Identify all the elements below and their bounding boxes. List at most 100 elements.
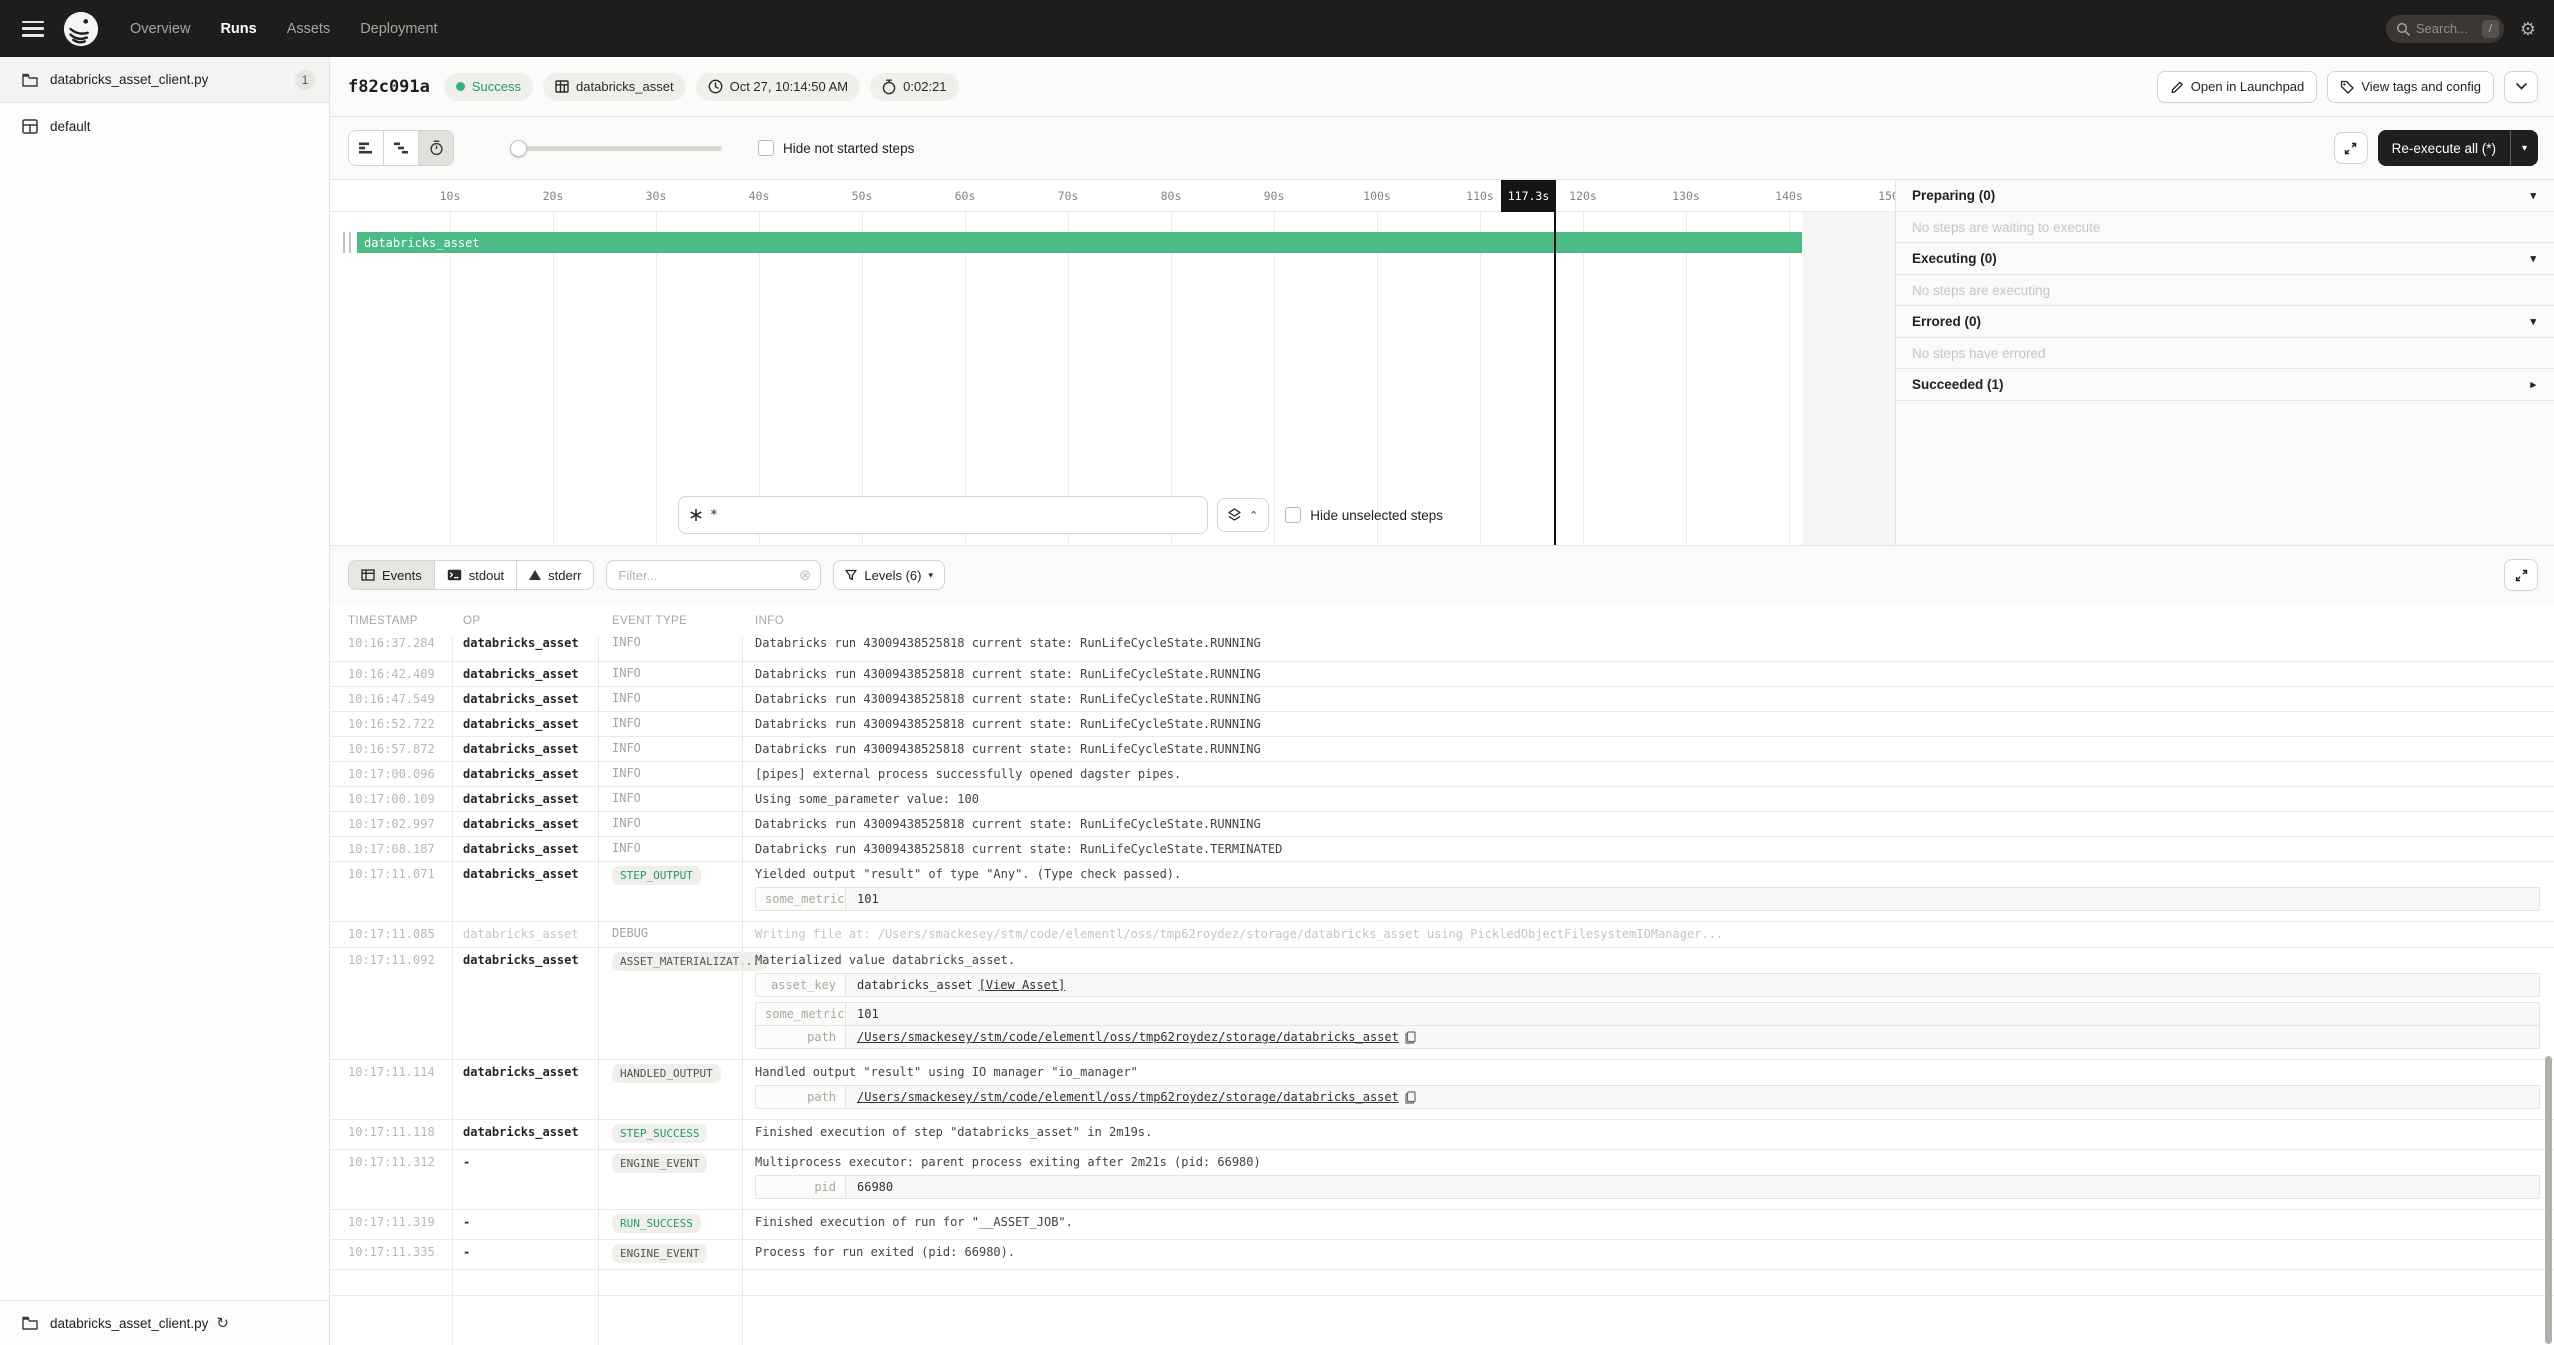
log-scrollbar-thumb[interactable] [2545,1056,2552,1344]
panel-section-executing[interactable]: Executing (0) ▾ [1896,243,2554,275]
log-row: 10:17:08.187 databricks_asset INFO Datab… [330,837,2554,862]
panel-section-succeeded[interactable]: Succeeded (1) ▸ [1896,369,2554,401]
dagster-logo[interactable] [62,10,100,48]
status-dot-icon [456,82,465,91]
reload-icon[interactable]: ↻ [216,1314,229,1332]
log-timestamp: 10:17:08.187 [330,837,452,861]
chevron-down-icon: ▾ [928,570,933,581]
axis-tick-label: 60s [955,189,976,203]
log-event-type: ENGINE_EVENT [598,1150,742,1209]
op-selector-icon [689,508,703,522]
panel-section-errored[interactable]: Errored (0) ▾ [1896,306,2554,338]
metadata-path-link[interactable]: /Users/smackesey/stm/code/elementl/oss/t… [857,1090,1399,1104]
log-row: 10:16:42.409 databricks_asset INFO Datab… [330,662,2554,687]
after-run-shading [1802,212,1895,545]
log-info: Using some_parameter value: 100 [742,787,2554,811]
run-actions-menu-button[interactable] [2504,71,2538,103]
log-row: 10:16:47.549 databricks_asset INFO Datab… [330,687,2554,712]
tab-stderr[interactable]: stderr [516,560,594,590]
axis-tick-label: 110s [1466,189,1494,203]
job-name-pill[interactable]: databricks_asset [543,73,686,101]
panel-section-preparing[interactable]: Preparing (0) ▾ [1896,180,2554,212]
view-tags-config-button[interactable]: View tags and config [2327,71,2494,103]
gantt-step-bar[interactable]: databricks_asset [357,232,1802,253]
levels-filter-button[interactable]: Levels (6) ▾ [833,560,945,590]
sidebar-item-default-job[interactable]: default [0,103,329,149]
metadata-table: asset_key databricks_asset[View Asset] [755,973,2540,997]
search-input[interactable]: Search... / [2386,15,2504,43]
sidebar-item-label: default [50,119,91,134]
gantt-fullscreen-button[interactable] [2334,132,2368,164]
log-section: Events stdout stderr Filter... ⊗ [330,545,2554,1345]
step-selector-input[interactable]: * [678,496,1208,534]
log-event-type: RUN_SUCCESS [598,1210,742,1239]
gear-icon[interactable]: ⚙ [2520,20,2536,38]
log-event-type: INFO [598,787,742,811]
gantt-mode-toggle [348,130,454,166]
log-row: 10:17:02.997 databricks_asset INFO Datab… [330,812,2554,837]
tab-events[interactable]: Events [348,560,435,590]
log-filter-input[interactable]: Filter... ⊗ [606,560,821,590]
copy-icon[interactable] [1405,1091,1416,1104]
open-in-launchpad-button[interactable]: Open in Launchpad [2157,71,2317,103]
zoom-slider[interactable] [512,146,722,151]
stopwatch-icon [882,79,896,95]
metadata-table: some_metric 101 path /Users/smackesey/st… [755,1002,2540,1049]
job-grid-icon [22,119,38,134]
log-row: 10:17:00.109 databricks_asset INFO Using… [330,787,2554,812]
log-op: databricks_asset [452,1120,598,1149]
nav-link-assets[interactable]: Assets [287,21,331,37]
axis-tick-label: 70s [1058,189,1079,203]
hamburger-menu-icon[interactable] [22,21,44,37]
column-header-event-type: EVENT TYPE [598,615,742,627]
log-event-type: INFO [598,762,742,786]
metadata-row: pid 66980 [756,1176,2539,1198]
timed-layout-button[interactable] [418,130,454,166]
clear-filter-icon[interactable]: ⊗ [799,566,812,584]
reexecute-all-button[interactable]: Re-execute all (*) ▾ [2378,130,2538,166]
hide-not-started-checkbox-row[interactable]: Hide not started steps [758,140,914,156]
sidebar-item-code-location[interactable]: databricks_asset_client.py 1 [0,57,329,103]
log-row: 10:17:11.114 databricks_asset HANDLED_OU… [330,1060,2554,1120]
zoom-slider-knob[interactable] [510,140,527,157]
hide-unselected-checkbox-row[interactable]: Hide unselected steps [1285,507,1443,523]
log-fullscreen-button[interactable] [2504,559,2538,591]
metadata-value: 66980 [846,1176,904,1198]
flat-layout-button[interactable] [348,130,384,166]
metadata-value: /Users/smackesey/stm/code/elementl/oss/t… [846,1026,1427,1048]
nav-link-deployment[interactable]: Deployment [360,21,437,37]
search-icon [2396,22,2410,36]
sidebar-item-count-badge: 1 [295,70,315,90]
log-timestamp: 10:17:11.118 [330,1120,452,1149]
axis-tick-label: 50s [852,189,873,203]
sidebar-footer: databricks_asset_client.py ↻ [0,1300,329,1345]
log-event-type: INFO [598,737,742,761]
tab-stdout[interactable]: stdout [434,560,517,590]
gantt-toolbar: Hide not started steps Re-execute all (*… [330,117,2554,180]
log-info: Databricks run 43009438525818 current st… [742,662,2554,686]
log-op: databricks_asset [452,662,598,686]
axis-tick-label: 130s [1672,189,1700,203]
log-info: Handled output "result" using IO manager… [742,1060,2554,1119]
tag-icon [2340,80,2354,94]
metadata-label: path [756,1026,846,1048]
metadata-row: some_metric 101 [756,1003,2539,1025]
waterfall-layout-button[interactable] [383,130,419,166]
metadata-label: path [756,1086,846,1108]
log-tabs: Events stdout stderr [348,560,594,590]
view-asset-link[interactable]: [View Asset] [979,978,1066,992]
log-timestamp: 10:17:11.335 [330,1240,452,1269]
nav-link-runs[interactable]: Runs [220,21,256,37]
copy-icon[interactable] [1405,1031,1416,1044]
metadata-path-link[interactable]: /Users/smackesey/stm/code/elementl/oss/t… [857,1030,1399,1044]
log-timestamp: 10:16:47.549 [330,687,452,711]
log-table-header: TIMESTAMP OP EVENT TYPE INFO [330,604,2554,637]
log-timestamp: 10:16:37.284 [330,637,452,661]
checkbox-icon[interactable] [1285,507,1301,523]
status-badge: Success [444,73,533,101]
nav-link-overview[interactable]: Overview [130,21,190,37]
reexecute-menu-caret-icon[interactable]: ▾ [2511,143,2538,154]
checkbox-icon[interactable] [758,140,774,156]
log-info: Finished execution of run for "__ASSET_J… [742,1210,2554,1239]
step-query-options-button[interactable]: ⌃ [1217,498,1269,532]
